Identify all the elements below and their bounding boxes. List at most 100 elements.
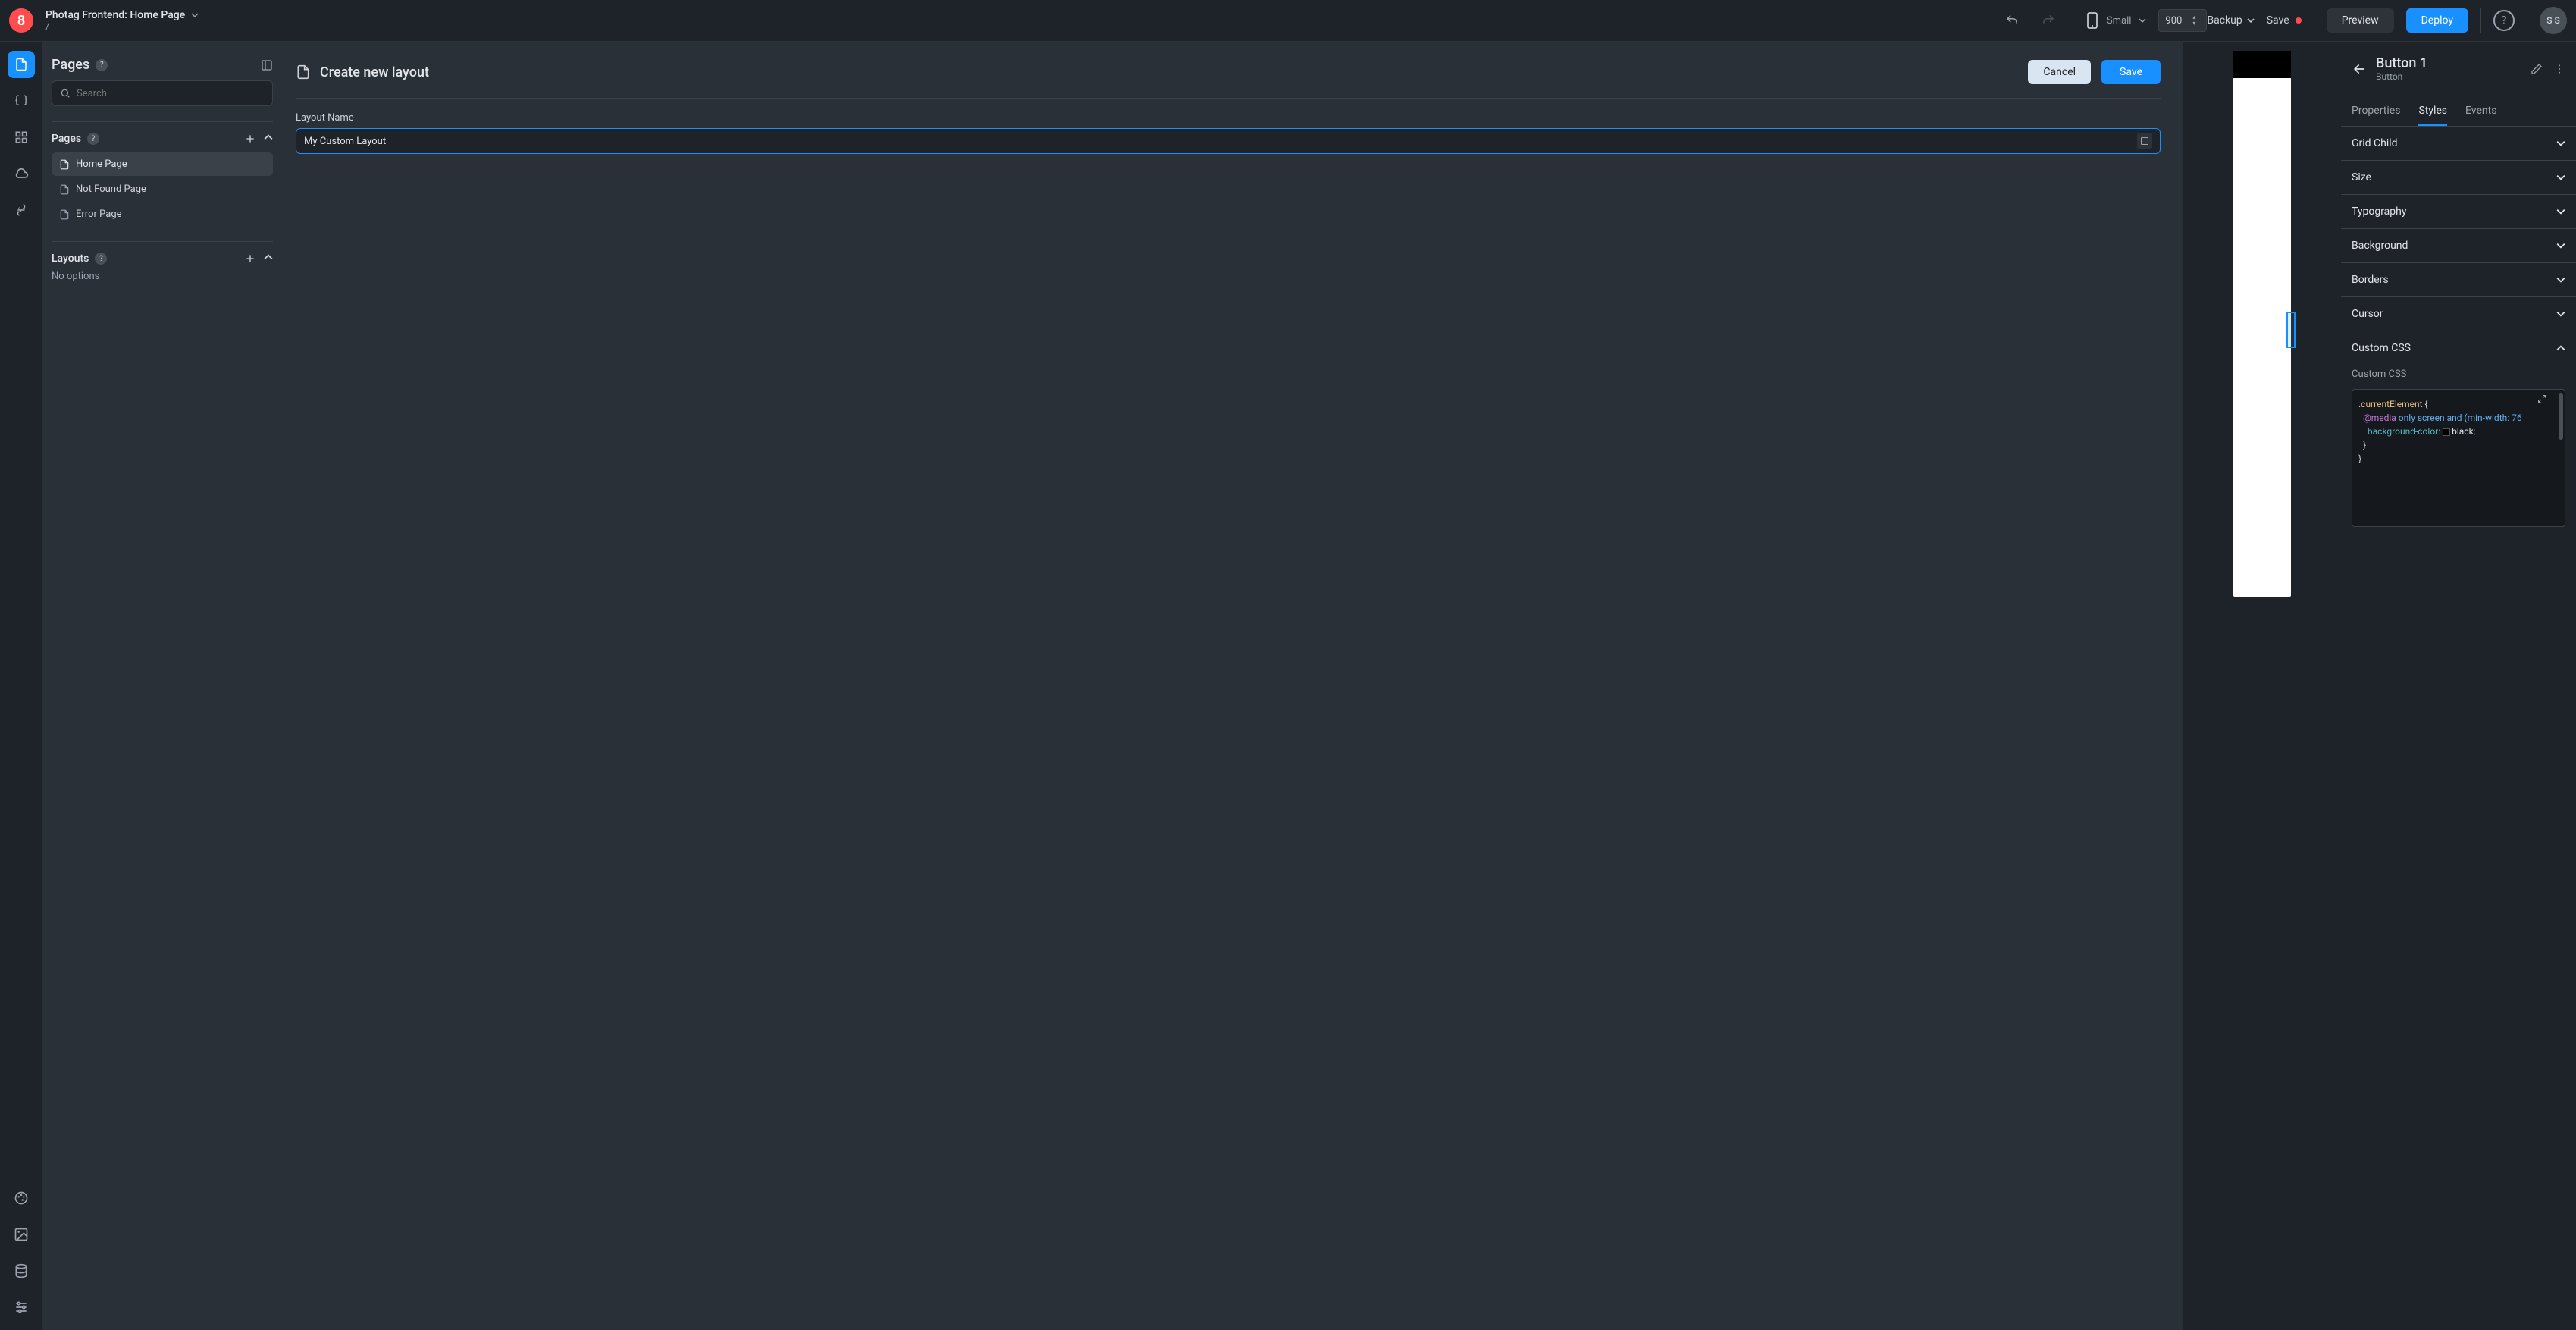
chevron-down-icon: [2556, 207, 2565, 216]
top-actions-right: Backup Save Preview Deploy ? S S: [2207, 7, 2567, 34]
canvas-preview: [2183, 42, 2341, 1330]
page-label: Not Found Page: [76, 184, 146, 195]
chevron-down-icon: [2556, 173, 2565, 182]
search-icon: [60, 88, 71, 99]
user-avatar[interactable]: S S: [2540, 7, 2567, 34]
section-grid-child[interactable]: Grid Child: [2341, 127, 2576, 161]
rail-data[interactable]: [8, 1257, 35, 1285]
section-typography[interactable]: Typography: [2341, 195, 2576, 229]
width-input[interactable]: 900 ▴ ▾: [2158, 9, 2207, 32]
preview-button[interactable]: Preview: [2327, 8, 2394, 33]
page-label: Home Page: [76, 158, 127, 170]
help-icon[interactable]: ?: [96, 59, 108, 71]
chevron-down-icon: [191, 11, 199, 19]
page-icon: [59, 184, 70, 195]
chevron-down-icon: [2556, 309, 2565, 318]
color-swatch-icon: [2443, 428, 2450, 436]
section-background[interactable]: Background: [2341, 229, 2576, 263]
element-type: Button: [2376, 71, 2427, 82]
edit-button[interactable]: [2531, 63, 2543, 75]
pages-section-title: Pages: [52, 133, 81, 145]
inspector-panel: Button 1 Button Properties Styles Events…: [2341, 42, 2576, 1330]
chevron-down-icon: [2556, 275, 2565, 284]
divider: [2480, 8, 2481, 33]
layout-name-input[interactable]: [296, 128, 2161, 154]
section-size[interactable]: Size: [2341, 161, 2576, 195]
collapse-panel-icon[interactable]: [261, 59, 273, 71]
selected-element-indicator[interactable]: [2286, 312, 2296, 348]
chevron-up-icon: [2556, 343, 2565, 353]
editor-scrollbar[interactable]: [2559, 393, 2563, 523]
undo-button[interactable]: [2000, 8, 2024, 33]
help-button[interactable]: ?: [2493, 10, 2515, 31]
field-label: Layout Name: [296, 112, 2161, 124]
layout-name-field[interactable]: [304, 136, 2137, 147]
page-icon: [59, 159, 70, 170]
save-button[interactable]: Save: [2267, 14, 2302, 27]
page-title: Photag Frontend: Home Page: [45, 9, 185, 21]
element-title: Button 1: [2376, 55, 2427, 71]
width-value: 900: [2165, 15, 2192, 27]
backup-button[interactable]: Backup: [2207, 14, 2254, 27]
device-icon: [2086, 12, 2099, 29]
css-label: Custom CSS: [2341, 365, 2576, 383]
more-button[interactable]: [2553, 63, 2565, 75]
page-label: Error Page: [76, 209, 122, 220]
page-item-home[interactable]: Home Page: [52, 152, 273, 176]
app-logo[interactable]: 8: [9, 8, 33, 33]
help-icon[interactable]: ?: [95, 253, 107, 265]
tab-styles[interactable]: Styles: [2418, 97, 2447, 126]
redo-button[interactable]: [2036, 8, 2060, 33]
fx-button[interactable]: [2137, 133, 2152, 149]
page-item-notfound[interactable]: Not Found Page: [52, 177, 273, 201]
page-icon: [296, 64, 311, 80]
page-icon: [59, 209, 70, 220]
width-decrement[interactable]: ▾: [2192, 20, 2200, 27]
rail-assets[interactable]: [8, 1221, 35, 1248]
page-path[interactable]: Photag Frontend: Home Page /: [45, 9, 199, 32]
back-button[interactable]: [2352, 61, 2367, 77]
top-actions-left: Small 900 ▴ ▾: [2000, 8, 2208, 33]
chevron-down-icon: [2139, 17, 2146, 24]
save-layout-button[interactable]: Save: [2101, 60, 2161, 84]
chevron-down-icon: [2556, 139, 2565, 148]
rail-settings[interactable]: [8, 1294, 35, 1321]
add-page-button[interactable]: [244, 133, 256, 145]
top-header: 8 Photag Frontend: Home Page / Small: [0, 0, 2576, 42]
cancel-button[interactable]: Cancel: [2028, 60, 2091, 84]
tab-properties[interactable]: Properties: [2352, 97, 2400, 126]
page-item-error[interactable]: Error Page: [52, 202, 273, 226]
section-borders[interactable]: Borders: [2341, 263, 2576, 297]
collapse-section-icon[interactable]: [264, 253, 273, 265]
chevron-down-icon: [2556, 241, 2565, 250]
create-layout-form: Create new layout Cancel Save Layout Nam…: [282, 42, 2183, 1330]
divider: [296, 98, 2161, 99]
device-label: Small: [2107, 15, 2132, 27]
add-layout-button[interactable]: [244, 253, 256, 265]
rail-cloud[interactable]: [8, 160, 35, 187]
layouts-section-title: Layouts: [52, 253, 89, 265]
form-title: Create new layout: [320, 64, 429, 80]
svg-text:fx: fx: [17, 207, 24, 215]
search-field[interactable]: [77, 88, 265, 99]
canvas-frame[interactable]: [2233, 51, 2291, 597]
tab-events[interactable]: Events: [2465, 97, 2496, 126]
unsaved-indicator-icon: [2296, 17, 2302, 24]
pages-panel: Pages ? Pages ?: [42, 42, 282, 1330]
help-icon[interactable]: ?: [87, 133, 99, 145]
css-editor[interactable]: .currentElement { @media only screen and…: [2352, 389, 2565, 527]
search-input[interactable]: [52, 80, 273, 106]
device-selector[interactable]: Small: [2086, 12, 2147, 29]
rail-code[interactable]: [8, 87, 35, 114]
rail-pages[interactable]: [8, 51, 35, 78]
section-cursor[interactable]: Cursor: [2341, 297, 2576, 331]
section-custom-css[interactable]: Custom CSS: [2341, 331, 2576, 365]
deploy-button[interactable]: Deploy: [2406, 8, 2468, 33]
rail-components[interactable]: [8, 124, 35, 151]
expand-editor-icon[interactable]: [2537, 394, 2548, 405]
rail-theme[interactable]: [8, 1184, 35, 1212]
rail-functions[interactable]: fx: [8, 196, 35, 224]
collapse-section-icon[interactable]: [264, 133, 273, 145]
page-subtitle: /: [45, 21, 199, 32]
left-rail: fx: [0, 42, 42, 1330]
